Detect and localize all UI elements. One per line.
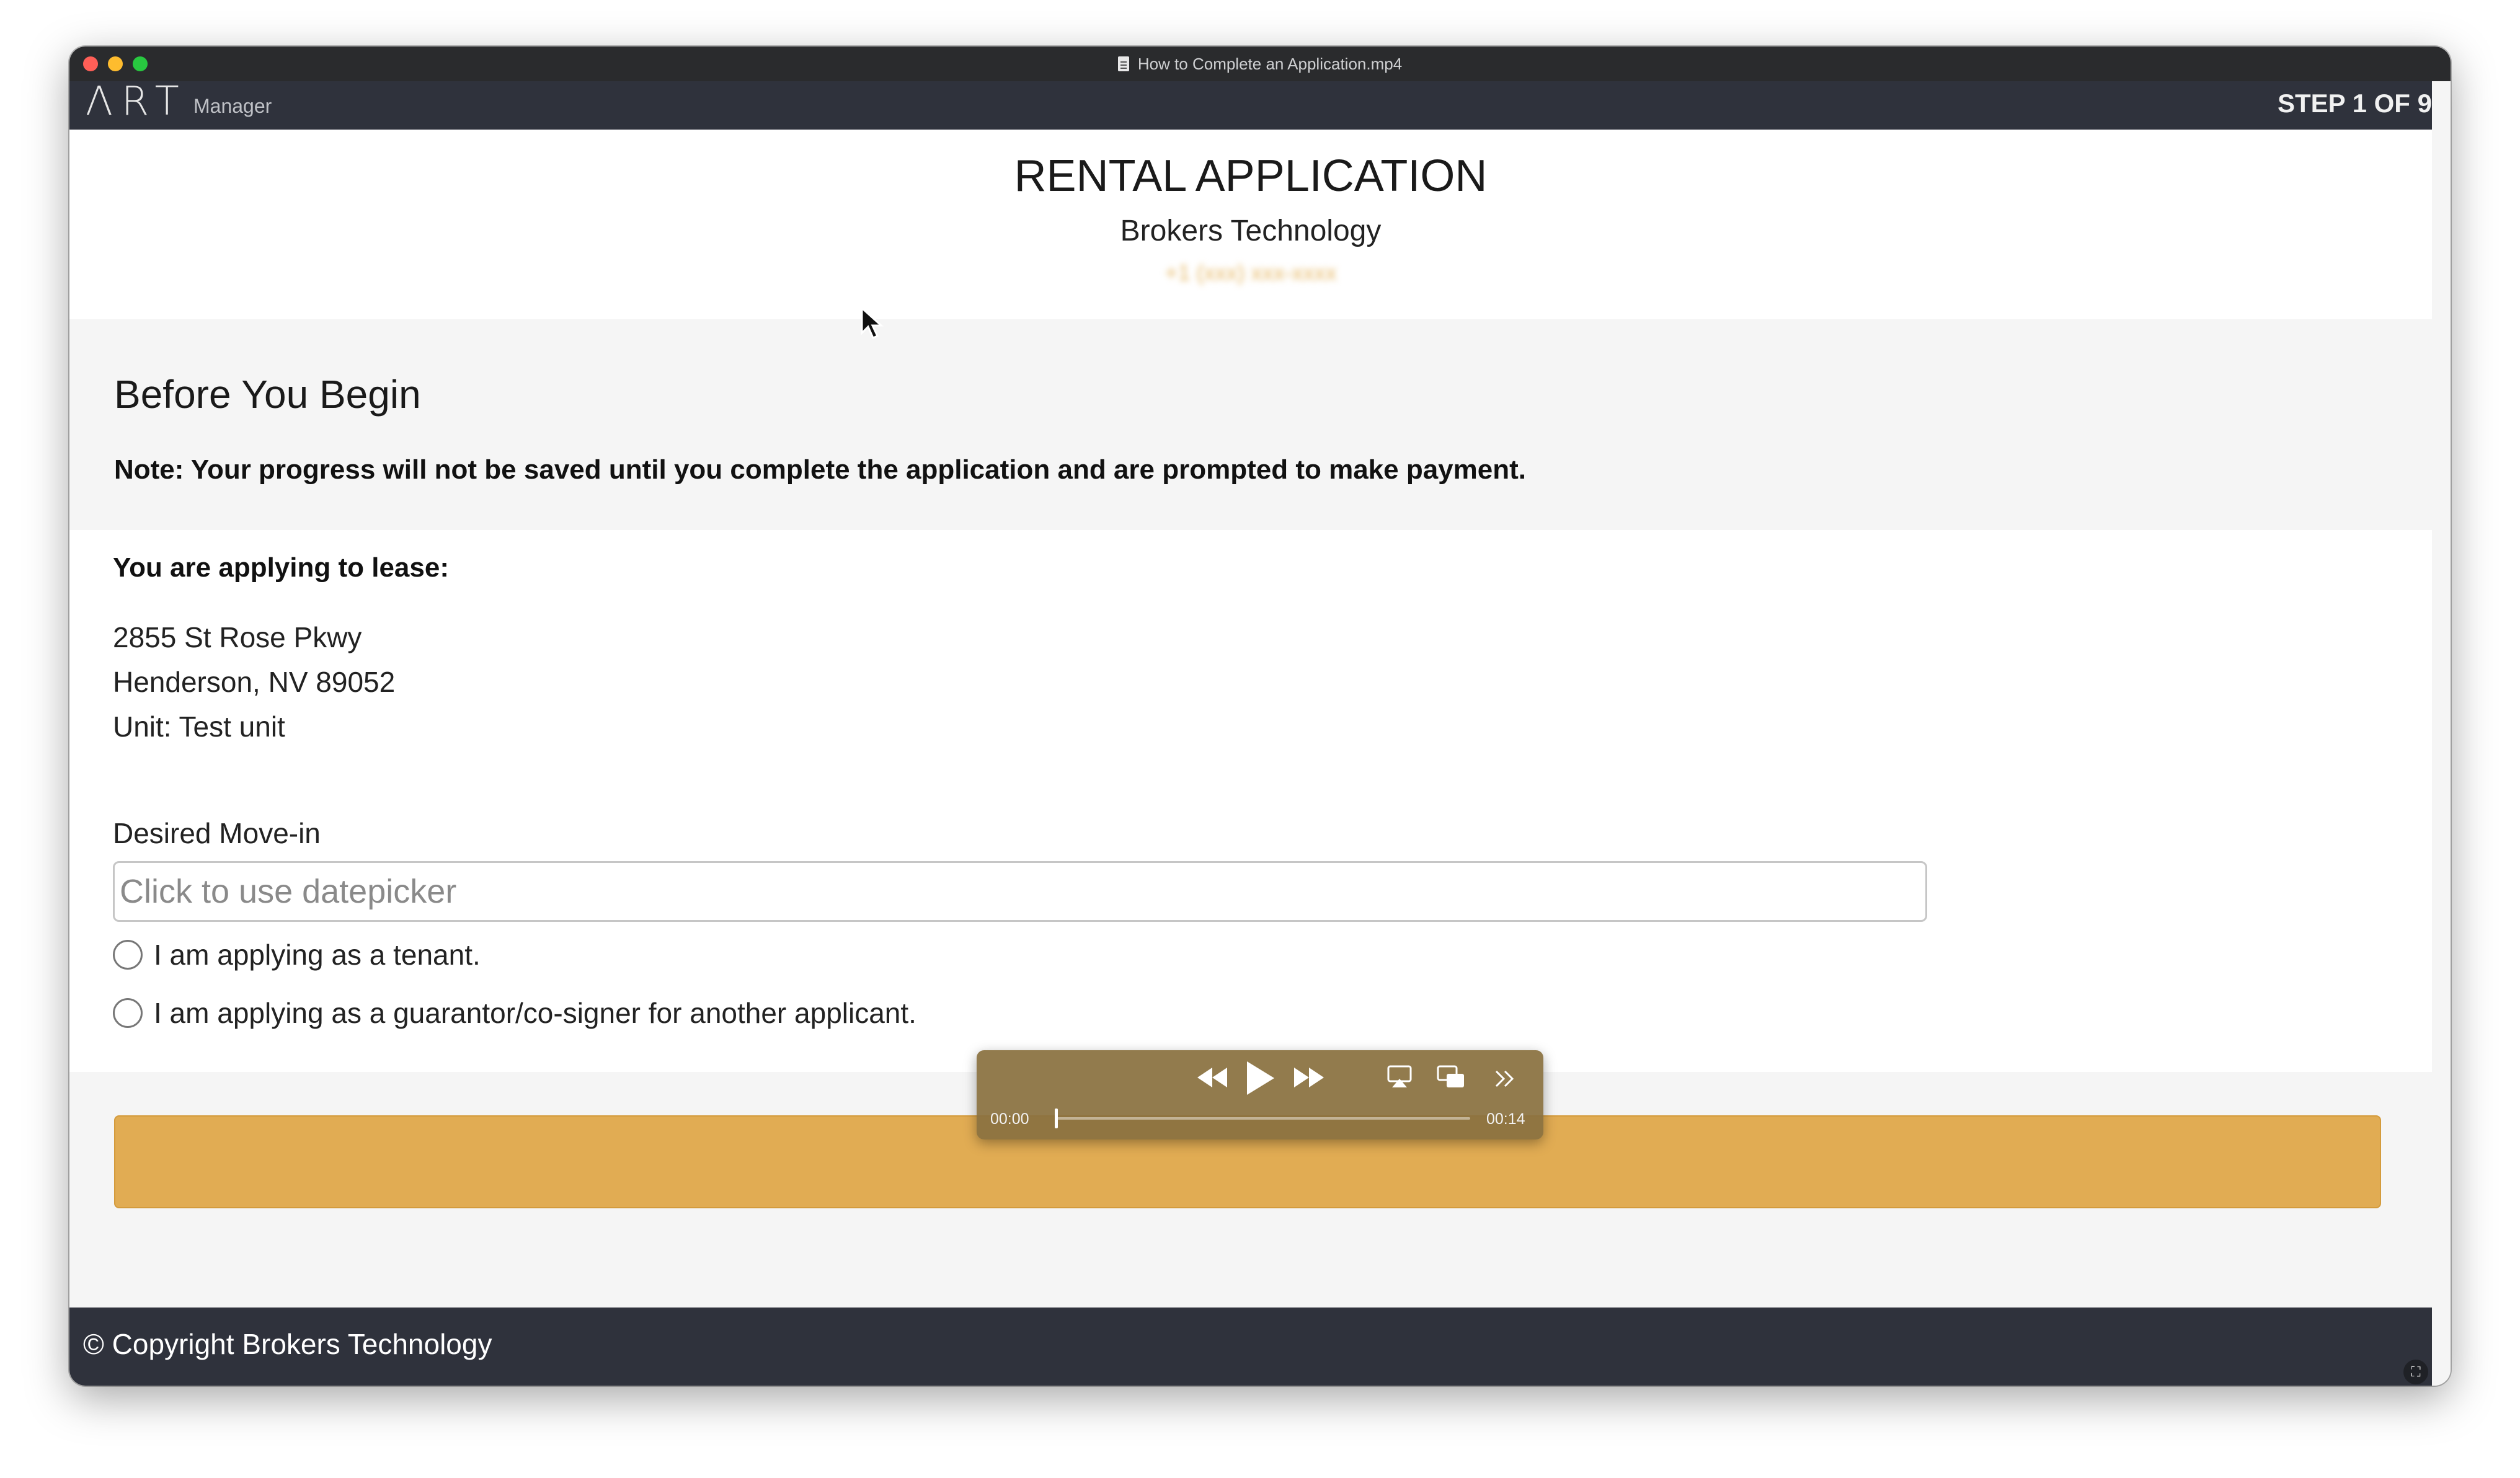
guarantor-option[interactable]: I am applying as a guarantor/co-signer f…	[113, 996, 916, 1030]
footer: © Copyright Brokers Technology	[69, 1308, 2432, 1386]
mouse-cursor-icon	[861, 307, 884, 339]
lease-heading: You are applying to lease:	[113, 552, 449, 583]
logo-subtitle: Manager	[193, 95, 272, 117]
tenant-radio[interactable]	[113, 940, 143, 970]
section-heading: Before You Begin	[114, 372, 421, 417]
address-line-2: Henderson, NV 89052	[113, 666, 396, 698]
address-line-1: 2855 St Rose Pkwy	[113, 621, 362, 653]
top-navbar: ΛRT Manager STEP 1 OF 9	[69, 79, 2432, 130]
minimize-window-button[interactable]	[108, 56, 123, 71]
tenant-option-label[interactable]: I am applying as a tenant.	[154, 938, 481, 971]
page-scrollbar[interactable]	[2432, 81, 2451, 1386]
picture-in-picture-icon[interactable]	[1437, 1065, 1465, 1094]
company-phone[interactable]: +1 (xxx) xxx-xxxx	[69, 260, 2432, 286]
unit-label: Unit: Test unit	[113, 710, 285, 743]
progress-scrubber[interactable]	[1055, 1108, 1058, 1128]
fast-forward-icon[interactable]	[1293, 1064, 1325, 1096]
more-icon[interactable]	[1494, 1066, 1516, 1094]
zoom-window-button[interactable]	[133, 56, 148, 71]
step-indicator: STEP 1 OF 9	[2278, 89, 2432, 118]
before-you-begin-section: Before You Begin Note: Your progress wil…	[69, 319, 2432, 530]
application-header: RENTAL APPLICATION Brokers Technology +1…	[69, 130, 2432, 319]
airplay-icon[interactable]	[1387, 1065, 1412, 1094]
move-in-label: Desired Move-in	[113, 817, 321, 849]
rewind-icon[interactable]	[1196, 1064, 1228, 1096]
logo[interactable]: ΛRT	[86, 79, 188, 125]
video-player-controls: 00:00 00:14	[977, 1050, 1543, 1139]
fullscreen-icon[interactable]: ⛶	[2403, 1360, 2428, 1384]
current-time: 00:00	[990, 1110, 1029, 1128]
move-in-date-input[interactable]	[113, 861, 1927, 922]
lease-section: You are applying to lease: 2855 St Rose …	[69, 530, 2432, 1072]
window-controls	[83, 56, 148, 71]
application-page: RENTAL APPLICATION Brokers Technology +1…	[69, 130, 2432, 1386]
video-file-icon	[1117, 56, 1129, 71]
page-title: RENTAL APPLICATION	[1014, 151, 1488, 201]
guarantor-radio[interactable]	[113, 998, 143, 1028]
company-name: Brokers Technology	[1120, 215, 1382, 247]
close-window-button[interactable]	[83, 56, 98, 71]
duration: 00:14	[1486, 1110, 1525, 1128]
app-window: How to Complete an Application.mp4 ΛRT M…	[69, 46, 2451, 1386]
video-progress-bar[interactable]	[1055, 1108, 1470, 1128]
play-icon[interactable]	[1244, 1060, 1276, 1101]
window-titlebar: How to Complete an Application.mp4	[69, 46, 2451, 81]
progress-note: Note: Your progress will not be saved un…	[114, 454, 1526, 485]
tenant-option[interactable]: I am applying as a tenant.	[113, 938, 481, 971]
window-title: How to Complete an Application.mp4	[1137, 54, 1403, 73]
copyright-text: © Copyright Brokers Technology	[83, 1328, 492, 1360]
guarantor-option-label[interactable]: I am applying as a guarantor/co-signer f…	[154, 996, 916, 1030]
